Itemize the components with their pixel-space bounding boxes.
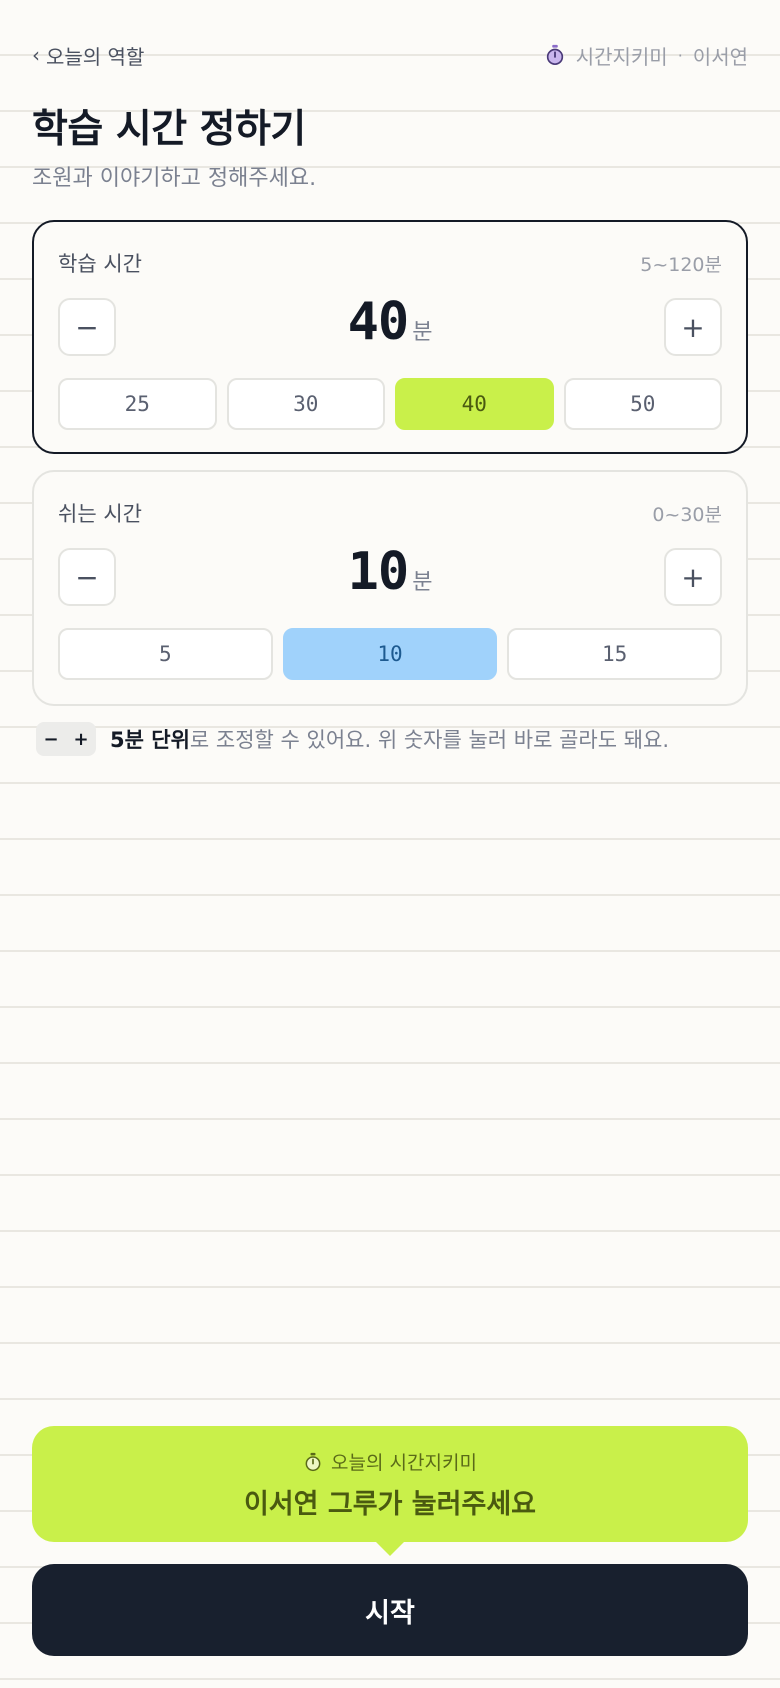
rest-preset-button-selected[interactable]: 10	[282, 628, 498, 680]
rest-card-header: 쉬는 시간 0~30분	[58, 498, 722, 528]
study-value-display[interactable]: 40 분	[34, 292, 746, 352]
callout-top-text: 오늘의 시간지키미	[331, 1452, 477, 1474]
user-name: 이서연	[692, 44, 748, 69]
step-hint: − + 5분 단위로 조정할 수 있어요. 위 숫자를 눌러 바로 골라도 돼요…	[36, 722, 669, 756]
rest-label: 쉬는 시간	[58, 502, 142, 526]
hint-plus: +	[73, 728, 89, 750]
study-preset-button[interactable]: 25	[58, 378, 217, 430]
study-value: 40	[347, 292, 410, 352]
study-presets: 25 30 40 50	[58, 378, 722, 430]
page-title: 학습 시간 정하기	[32, 107, 306, 152]
rest-preset-button[interactable]: 15	[507, 628, 723, 680]
role-meta: 시간지키미 · 이서연	[544, 41, 748, 70]
rest-unit: 분	[412, 570, 433, 595]
timekeeper-callout: 오늘의 시간지키미 이서연 그루가 눌러주세요	[32, 1426, 748, 1556]
hint-minus: −	[43, 728, 59, 750]
hint-bold: 5분 단위	[110, 728, 190, 752]
role-name: 시간지키미	[575, 44, 668, 69]
rest-increase-button[interactable]: +	[664, 548, 722, 606]
hint-rest: 로 조정할 수 있어요. 위 숫자를 눌러 바로 골라도 돼요.	[189, 728, 670, 752]
study-unit: 분	[412, 320, 433, 345]
rest-value: 10	[347, 542, 410, 602]
callout-header: 오늘의 시간지키미	[32, 1448, 748, 1475]
start-button[interactable]: 시작	[32, 1564, 748, 1656]
study-time-card: 학습 시간 5~120분 − 40 분 + 25 30 40 50	[32, 220, 748, 454]
stepper-hint-chip: − +	[36, 722, 96, 756]
hint-text: 5분 단위로 조정할 수 있어요. 위 숫자를 눌러 바로 골라도 돼요.	[110, 724, 669, 754]
separator: ·	[677, 45, 683, 65]
study-preset-button[interactable]: 50	[563, 378, 722, 430]
stopwatch-icon	[305, 1452, 321, 1471]
study-preset-button[interactable]: 30	[226, 378, 385, 430]
back-button[interactable]: ‹ 오늘의 역할	[32, 41, 144, 70]
rest-value-display[interactable]: 10 분	[34, 542, 746, 602]
callout-main-text: 이서연 그루가 눌러주세요	[243, 1489, 537, 1520]
study-label: 학습 시간	[58, 252, 142, 276]
chevron-left-icon: ‹	[32, 43, 40, 67]
study-range: 5~120분	[640, 253, 722, 276]
stopwatch-icon	[546, 44, 563, 65]
rest-preset-button[interactable]: 5	[58, 628, 273, 680]
study-increase-button[interactable]: +	[664, 298, 722, 356]
back-label: 오늘의 역할	[46, 44, 145, 69]
top-bar: ‹ 오늘의 역할 시간지키미 · 이서연	[32, 40, 748, 70]
study-preset-button-selected[interactable]: 40	[395, 378, 554, 430]
study-card-header: 학습 시간 5~120분	[58, 248, 722, 278]
rest-range: 0~30분	[652, 503, 722, 526]
page-subtitle: 조원과 이야기하고 정해주세요.	[32, 166, 317, 191]
rest-presets: 5 10 15	[58, 628, 723, 680]
rest-time-card: 쉬는 시간 0~30분 − 10 분 + 5 10 15	[32, 470, 748, 706]
